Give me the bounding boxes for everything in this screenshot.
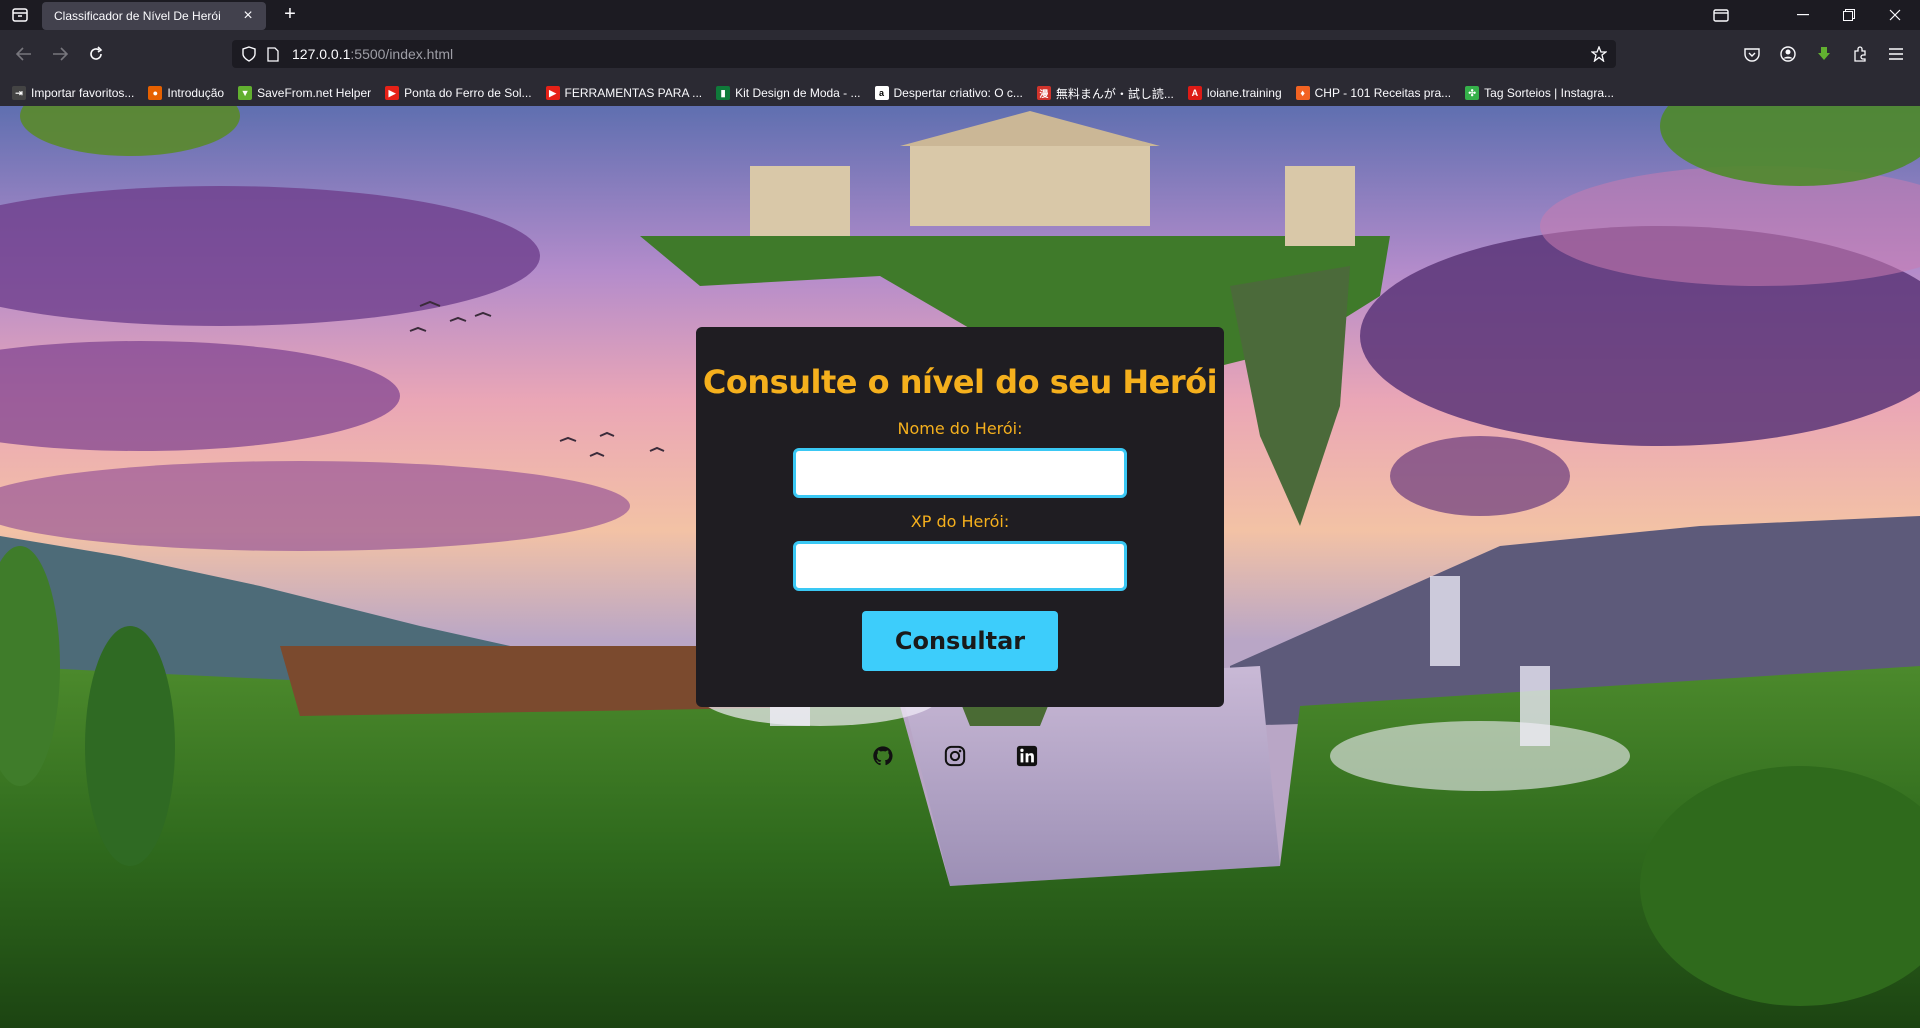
github-icon[interactable] xyxy=(870,743,896,769)
tab-active[interactable]: Classificador de Nível De Herói × xyxy=(42,2,266,30)
bookmark-label: Importar favoritos... xyxy=(31,86,135,100)
bookmark-item[interactable]: 漫無料まんが・試し読... xyxy=(1036,82,1174,104)
linkedin-icon[interactable] xyxy=(1014,743,1040,769)
bookmark-item[interactable]: ⇥ Importar favoritos... xyxy=(12,82,134,104)
minimize-icon[interactable] xyxy=(1780,0,1826,30)
import-icon: ⇥ xyxy=(12,86,26,100)
page-viewport: Consulte o nível do seu Herói Nome do He… xyxy=(0,106,1920,1028)
menu-icon[interactable] xyxy=(1882,40,1910,68)
bookmark-item[interactable]: ● Introdução xyxy=(148,82,224,104)
extensions-icon[interactable] xyxy=(1846,40,1874,68)
bookmarks-toolbar: ⇥ Importar favoritos... ● Introdução ▼ SaveFr… xyxy=(0,80,1920,106)
youtube-icon: ▶ xyxy=(385,86,400,100)
pocket-icon[interactable] xyxy=(1738,40,1766,68)
social-links xyxy=(870,743,1050,773)
hero-name-input[interactable] xyxy=(793,448,1127,498)
bookmark-item[interactable]: ✣ Tag Sorteios | Instagra... xyxy=(1465,82,1614,104)
manga-icon: 漫 xyxy=(1036,86,1051,100)
consultar-button[interactable]: Consultar xyxy=(862,611,1058,671)
reload-icon[interactable] xyxy=(82,40,110,68)
hero-name-label: Nome do Herói: xyxy=(897,419,1023,438)
bookmark-label: 無料まんが・試し読... xyxy=(1055,86,1174,101)
bookmark-item[interactable]: ▶ Ponta do Ferro de Sol... xyxy=(385,82,532,104)
bookmark-label: Tag Sorteios | Instagra... xyxy=(1484,86,1614,100)
bookmark-label: FERRAMENTAS PARA ... xyxy=(564,86,703,100)
url-text: 127.0.0.1:5500/index.html xyxy=(292,46,454,62)
angular-icon: A xyxy=(1187,86,1202,100)
bookmark-item[interactable]: ▮ Kit Design de Moda - ... xyxy=(716,82,861,104)
tab-list-icon[interactable] xyxy=(6,4,34,26)
bookmark-item[interactable]: Aloiane.training xyxy=(1187,82,1282,104)
tab-title: Classificador de Nível De Herói xyxy=(54,9,221,23)
firefox-icon: ● xyxy=(148,86,163,100)
bookmark-label: Kit Design de Moda - ... xyxy=(735,86,861,100)
bookmark-item[interactable]: ▶ FERRAMENTAS PARA ... xyxy=(545,82,703,104)
bookmark-label: Ponta do Ferro de Sol... xyxy=(404,86,532,100)
page-info-icon[interactable] xyxy=(264,45,282,63)
hero-form-card: Consulte o nível do seu Herói Nome do He… xyxy=(696,327,1224,707)
tab-bar: Classificador de Nível De Herói × + xyxy=(0,0,1920,30)
bookmark-label: loiane.training xyxy=(1206,86,1282,100)
bookmark-item[interactable]: ♦ CHP - 101 Receitas pra... xyxy=(1295,82,1452,104)
bookmark-label: SaveFrom.net Helper xyxy=(257,86,372,100)
folder-icon[interactable] xyxy=(1698,0,1744,30)
hero-xp-input[interactable] xyxy=(793,541,1127,591)
form-title: Consulte o nível do seu Herói xyxy=(702,363,1218,401)
navigation-toolbar: 127.0.0.1:5500/index.html xyxy=(0,30,1920,86)
amazon-icon: a xyxy=(874,86,889,100)
address-bar[interactable]: 127.0.0.1:5500/index.html xyxy=(232,40,1616,68)
flame-icon: ♦ xyxy=(1295,86,1310,100)
shield-icon[interactable] xyxy=(240,45,258,63)
hero-xp-label: XP do Herói: xyxy=(910,512,1010,531)
youtube-icon: ▶ xyxy=(545,86,560,100)
bookmark-item[interactable]: ▼ SaveFrom.net Helper xyxy=(238,82,371,104)
close-tab-icon[interactable]: × xyxy=(240,7,256,24)
back-icon[interactable] xyxy=(10,40,38,68)
clover-icon: ✣ xyxy=(1465,86,1480,100)
forward-icon[interactable] xyxy=(46,40,74,68)
bookmark-item[interactable]: a Despertar criativo: O c... xyxy=(874,82,1023,104)
account-icon[interactable] xyxy=(1774,40,1802,68)
bookmark-star-icon[interactable] xyxy=(1590,45,1608,63)
book-icon: ▮ xyxy=(716,86,731,100)
new-tab-icon[interactable]: + xyxy=(278,4,302,26)
download-arrow-icon: ▼ xyxy=(238,86,253,100)
close-window-icon[interactable] xyxy=(1872,0,1918,30)
bookmark-label: CHP - 101 Receitas pra... xyxy=(1314,86,1452,100)
instagram-icon[interactable] xyxy=(942,743,968,769)
download-helper-icon[interactable] xyxy=(1810,40,1838,68)
bookmark-label: Despertar criativo: O c... xyxy=(893,86,1023,100)
restore-icon[interactable] xyxy=(1826,0,1872,30)
bookmark-label: Introdução xyxy=(167,86,225,100)
